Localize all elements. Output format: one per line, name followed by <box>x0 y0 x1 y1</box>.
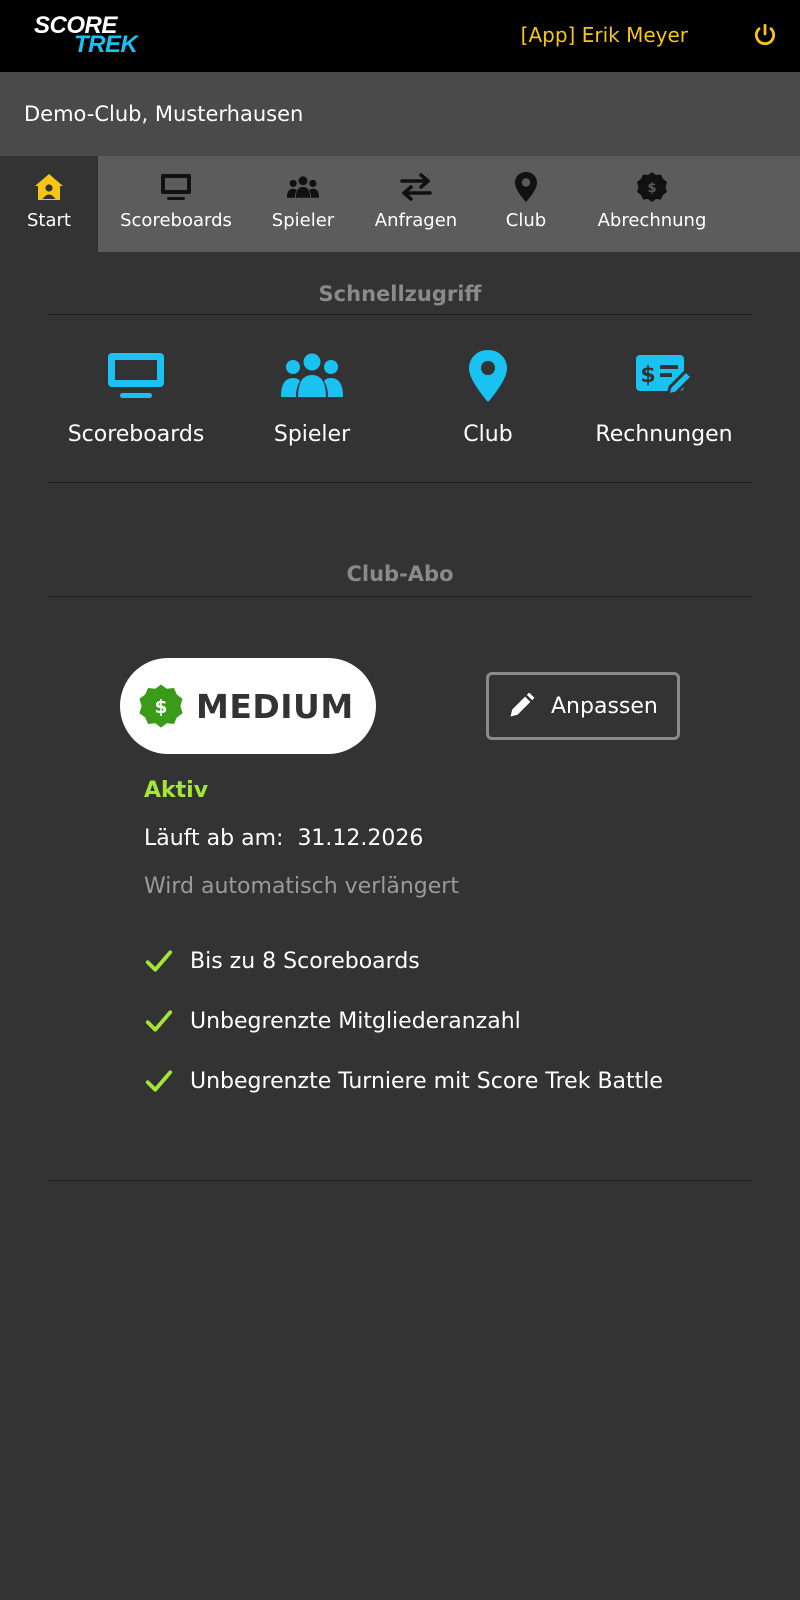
user-account-link[interactable]: [App] Erik Meyer <box>521 21 688 49</box>
quick-label: Rechnungen <box>595 422 733 447</box>
power-icon[interactable] <box>752 22 778 48</box>
svg-text:$: $ <box>640 363 655 388</box>
quick-label: Scoreboards <box>67 422 205 447</box>
svg-text:$: $ <box>155 697 168 718</box>
adjust-plan-button[interactable]: Anpassen <box>486 672 680 740</box>
subscription-status: Aktiv <box>144 778 209 803</box>
feature-text: Unbegrenzte Mitgliederanzahl <box>190 1008 521 1034</box>
subscription-heading: Club-Abo <box>346 562 454 586</box>
score-trek-logo[interactable]: SCORE TREK <box>34 14 150 58</box>
expiry-label: Läuft ab am: <box>144 826 284 851</box>
club-bar: Demo-Club, Musterhausen <box>0 72 800 156</box>
tab-label: Start <box>27 210 71 231</box>
tab-abrechnung[interactable]: $ Abrechnung <box>590 156 714 252</box>
tab-label: Spieler <box>271 210 335 231</box>
logo-text-trek: TREK <box>74 31 138 58</box>
main-nav: Start Scoreboards Spieler Anfragen Club … <box>0 156 800 252</box>
quick-label: Club <box>463 422 513 447</box>
plan-name: MEDIUM <box>196 686 354 726</box>
quick-rechnungen[interactable]: $ Rechnungen <box>576 344 752 454</box>
pencil-icon <box>510 692 535 717</box>
map-pin-icon <box>456 344 520 408</box>
quick-scoreboards[interactable]: Scoreboards <box>48 344 224 454</box>
adjust-plan-label: Anpassen <box>551 693 658 719</box>
map-pin-icon <box>509 170 543 204</box>
expiry-row: Läuft ab am: 31.12.2026 <box>144 826 423 851</box>
tab-label: Anfragen <box>374 210 458 231</box>
check-icon <box>145 1010 173 1032</box>
top-bar: SCORE TREK [App] Erik Meyer <box>0 0 800 72</box>
users-icon <box>286 170 320 204</box>
quick-access-heading: Schnellzugriff <box>318 282 482 306</box>
home-user-icon <box>32 170 66 204</box>
monitor-icon <box>159 170 193 204</box>
tab-club[interactable]: Club <box>486 156 566 252</box>
swap-arrows-icon <box>399 170 433 204</box>
feature-item: Bis zu 8 Scoreboards <box>144 944 420 978</box>
dollar-badge-icon: $ <box>635 170 669 204</box>
divider <box>48 1180 752 1181</box>
feature-item: Unbegrenzte Mitgliederanzahl <box>144 1004 521 1038</box>
quick-spieler[interactable]: Spieler <box>224 344 400 454</box>
divider <box>48 482 752 483</box>
monitor-icon <box>104 344 168 408</box>
tab-scoreboards[interactable]: Scoreboards <box>112 156 240 252</box>
divider <box>48 314 752 315</box>
quick-club[interactable]: Club <box>400 344 576 454</box>
invoice-edit-icon: $ <box>632 344 696 408</box>
feature-text: Unbegrenzte Turniere mit Score Trek Batt… <box>190 1068 663 1094</box>
club-name: Demo-Club, Musterhausen <box>24 102 304 126</box>
dollar-badge-icon: $ <box>139 684 183 728</box>
check-icon <box>145 950 173 972</box>
check-icon <box>145 1070 173 1092</box>
feature-text: Bis zu 8 Scoreboards <box>190 948 420 974</box>
expiry-date: 31.12.2026 <box>297 826 424 851</box>
tab-label: Scoreboards <box>120 210 232 231</box>
renewal-note: Wird automatisch verlängert <box>144 874 459 899</box>
tab-start[interactable]: Start <box>0 156 98 252</box>
tab-anfragen[interactable]: Anfragen <box>368 156 464 252</box>
quick-label: Spieler <box>273 422 351 447</box>
users-icon <box>280 344 344 408</box>
tab-label: Abrechnung <box>597 210 707 231</box>
tab-spieler[interactable]: Spieler <box>262 156 344 252</box>
plan-badge: $ MEDIUM <box>120 658 376 754</box>
feature-item: Unbegrenzte Turniere mit Score Trek Batt… <box>144 1064 663 1098</box>
tab-label: Club <box>505 210 547 231</box>
svg-text:$: $ <box>647 181 656 196</box>
divider <box>48 596 752 597</box>
